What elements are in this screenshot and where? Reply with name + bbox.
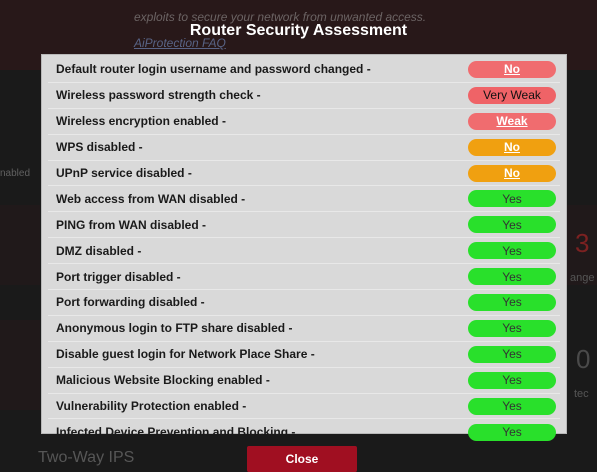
assessment-label: Wireless encryption enabled -	[56, 114, 226, 129]
status-badge: Very Weak	[468, 86, 556, 104]
status-badge: Yes	[468, 242, 556, 260]
status-badge: Yes	[468, 268, 556, 286]
status-badge: Yes	[468, 190, 556, 208]
assessment-label: Port trigger disabled -	[56, 269, 181, 284]
assessment-label: Wireless password strength check -	[56, 88, 261, 103]
assessment-row: UPnP service disabled - No	[48, 161, 560, 187]
assessment-row: Web access from WAN disabled - Yes	[48, 186, 560, 213]
assessment-label: Infected Device Prevention and Blocking …	[56, 425, 296, 440]
assessment-label: DMZ disabled -	[56, 243, 142, 258]
status-badge: Yes	[468, 345, 556, 363]
assessment-row: Wireless encryption enabled - Weak	[48, 109, 560, 135]
status-badge: Yes	[468, 371, 556, 389]
status-badge[interactable]: No	[468, 138, 556, 156]
assessment-label: Malicious Website Blocking enabled -	[56, 373, 270, 388]
assessment-row: DMZ disabled - Yes	[48, 238, 560, 265]
assessment-row: Anonymous login to FTP share disabled - …	[48, 316, 560, 342]
assessment-row: WPS disabled - No	[48, 135, 560, 161]
status-badge: Yes	[468, 423, 556, 441]
status-badge[interactable]: Weak	[468, 112, 556, 130]
assessment-row: Disable guest login for Network Place Sh…	[48, 342, 560, 368]
modal-title: Router Security Assessment	[189, 22, 408, 39]
assessment-label: Vulnerability Protection enabled -	[56, 399, 247, 414]
assessment-row: Port forwarding disabled - Yes	[48, 290, 560, 316]
assessment-list: Default router login username and passwo…	[41, 54, 567, 441]
assessment-label: Anonymous login to FTP share disabled -	[56, 321, 293, 336]
close-button[interactable]: Close	[247, 446, 357, 472]
assessment-row: Default router login username and passwo…	[48, 57, 560, 83]
assessment-row: Infected Device Prevention and Blocking …	[48, 419, 560, 445]
assessment-row: Malicious Website Blocking enabled - Yes	[48, 368, 560, 394]
assessment-row: Wireless password strength check - Very …	[48, 83, 560, 109]
assessment-row: Vulnerability Protection enabled - Yes	[48, 394, 560, 420]
status-badge[interactable]: No	[468, 60, 556, 78]
status-badge: Yes	[468, 319, 556, 337]
assessment-label: UPnP service disabled -	[56, 166, 192, 180]
assessment-row: PING from WAN disabled - Yes	[48, 212, 560, 239]
status-badge[interactable]: No	[468, 164, 556, 182]
assessment-label: Port forwarding disabled -	[56, 295, 205, 310]
assessment-label: PING from WAN disabled -	[56, 217, 207, 232]
status-badge: Yes	[468, 216, 556, 234]
assessment-label: Web access from WAN disabled -	[56, 191, 246, 206]
assessment-label: WPS disabled -	[56, 140, 143, 155]
status-badge: Yes	[468, 293, 556, 311]
status-badge: Yes	[468, 397, 556, 415]
assessment-label: Disable guest login for Network Place Sh…	[56, 347, 315, 362]
assessment-label: Default router login username and passwo…	[56, 62, 371, 77]
assessment-row: Port trigger disabled - Yes	[48, 264, 560, 291]
